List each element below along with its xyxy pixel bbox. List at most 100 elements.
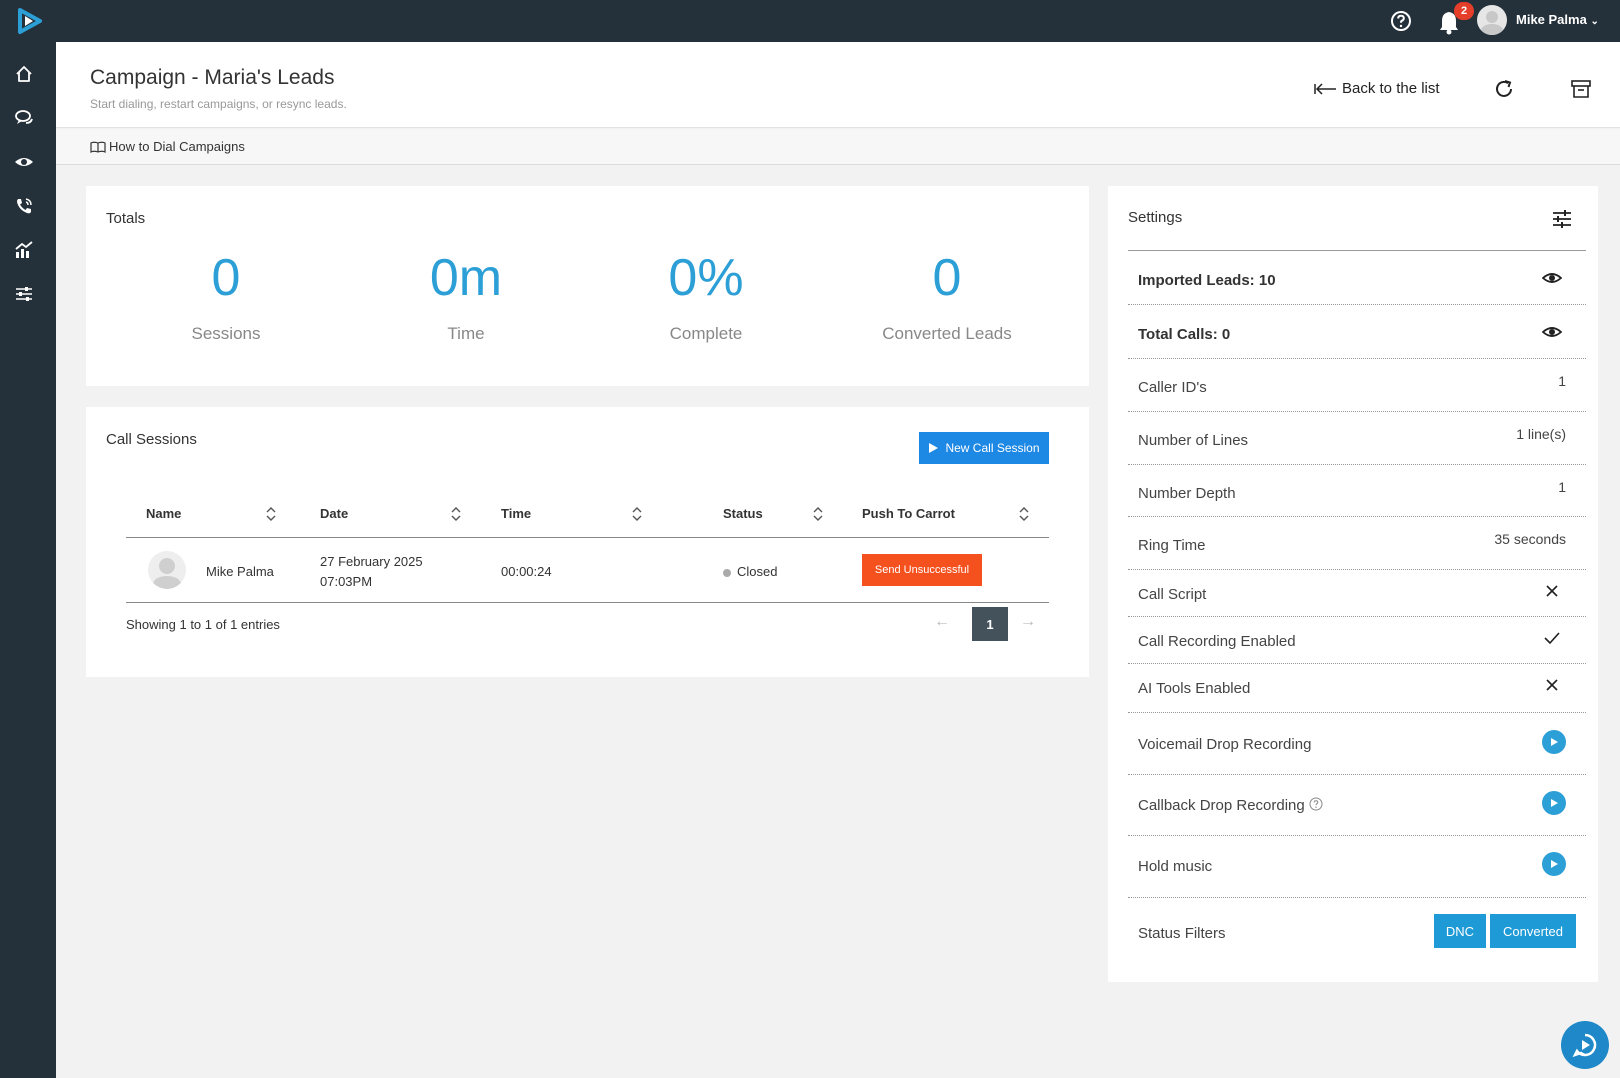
page-title: Campaign - Maria's Leads (90, 66, 335, 89)
play-icon (929, 443, 939, 453)
analytics-icon[interactable] (14, 240, 34, 260)
checkmark-icon (1544, 632, 1560, 645)
new-call-session-button[interactable]: New Call Session (919, 432, 1049, 464)
setting-label-wrap: Callback Drop Recording (1138, 797, 1323, 814)
close-icon (1546, 679, 1558, 691)
setting-label: Callback Drop Recording (1138, 797, 1305, 814)
pagination-next[interactable]: → (1020, 613, 1036, 631)
setting-label: Voicemail Drop Recording (1138, 736, 1312, 753)
play-icon (1551, 738, 1558, 746)
column-push-to-carrot[interactable]: Push To Carrot (862, 506, 955, 521)
user-menu[interactable]: Mike Palma ⌄ (1516, 12, 1599, 27)
sliders-icon[interactable] (14, 284, 34, 304)
pagination-page-1[interactable]: 1 (972, 607, 1008, 641)
setting-ai-tools: AI Tools Enabled (1128, 664, 1586, 713)
setting-number-depth: Number Depth 1 (1128, 465, 1586, 517)
totals-card: Totals 0 Sessions 0m Time 0% Complete 0 … (86, 186, 1089, 386)
entries-info: Showing 1 to 1 of 1 entries (126, 617, 280, 632)
phone-icon[interactable] (14, 196, 34, 216)
eye-icon[interactable] (1542, 268, 1562, 288)
archive-icon[interactable] (1570, 78, 1592, 100)
sort-icon[interactable] (451, 506, 461, 522)
stat-label: Converted Leads (882, 324, 1012, 343)
column-status[interactable]: Status (723, 506, 763, 521)
avatar-placeholder-icon (1480, 11, 1504, 35)
setting-label: AI Tools Enabled (1138, 680, 1251, 697)
chat-icon[interactable] (14, 108, 34, 128)
table-row[interactable]: Mike Palma 27 February 2025 07:03PM 00:0… (126, 539, 1049, 603)
setting-value: 1 line(s) (1516, 426, 1566, 442)
how-to-dial-link[interactable]: How to Dial Campaigns (90, 139, 245, 154)
back-to-list-link[interactable]: Back to the list (1314, 80, 1440, 97)
totals-title: Totals (106, 210, 146, 227)
settings-sliders-icon[interactable] (1551, 208, 1573, 230)
setting-label: Caller ID's (1138, 379, 1207, 396)
sidebar (0, 42, 56, 1078)
filter-dnc-button[interactable]: DNC (1434, 914, 1486, 948)
row-duration: 00:00:24 (501, 564, 552, 579)
sort-icon[interactable] (632, 506, 642, 522)
sort-icon[interactable] (1019, 506, 1029, 522)
table-header: Name Date Time Status Push To Carrot (126, 490, 1049, 538)
app-logo-icon[interactable] (14, 6, 44, 36)
chevron-down-icon: ⌄ (1590, 16, 1599, 27)
settings-title: Settings (1128, 209, 1183, 226)
row-date: 27 February 2025 (320, 554, 423, 569)
send-unsuccessful-button[interactable]: Send Unsuccessful (862, 554, 982, 586)
setting-hold-music: Hold music (1128, 836, 1586, 898)
setting-number-of-lines: Number of Lines 1 line(s) (1128, 412, 1586, 465)
eye-icon[interactable] (1542, 322, 1562, 342)
play-voicemail-button[interactable] (1542, 730, 1566, 754)
user-avatar[interactable] (1477, 5, 1507, 35)
stat-value: 0 (932, 249, 962, 307)
play-callback-button[interactable] (1542, 791, 1566, 815)
call-sessions-card: Call Sessions New Call Session Name Date… (86, 407, 1089, 677)
sort-icon[interactable] (813, 506, 823, 522)
setting-label: Imported Leads: 10 (1138, 272, 1276, 289)
column-time[interactable]: Time (501, 506, 531, 521)
column-name[interactable]: Name (146, 506, 181, 521)
settings-card: Settings Imported Leads: 10 Total Calls:… (1108, 186, 1598, 982)
setting-voicemail-drop: Voicemail Drop Recording (1128, 713, 1586, 775)
chat-widget-button[interactable] (1561, 1021, 1609, 1069)
top-bar: 2 Mike Palma ⌄ (0, 0, 1620, 42)
status-dot-icon (723, 568, 731, 577)
avatar (148, 551, 186, 589)
setting-ring-time: Ring Time 35 seconds (1128, 517, 1586, 570)
refresh-icon[interactable] (1493, 78, 1515, 100)
stat-label: Complete (669, 324, 743, 343)
stat-label: Time (447, 324, 485, 343)
page-header: Campaign - Maria's Leads Start dialing, … (56, 42, 1620, 128)
setting-label: Call Recording Enabled (1138, 633, 1296, 650)
stat-converted-leads: 0 Converted Leads (827, 248, 1067, 344)
help-icon[interactable] (1309, 797, 1323, 811)
help-icon[interactable] (1390, 10, 1412, 32)
setting-callback-drop: Callback Drop Recording (1128, 775, 1586, 836)
eye-icon[interactable] (14, 152, 34, 172)
setting-call-script: Call Script (1128, 570, 1586, 617)
setting-label: Number Depth (1138, 485, 1236, 502)
stat-time: 0m Time (346, 248, 586, 344)
home-icon[interactable] (14, 64, 34, 84)
play-icon (1551, 860, 1558, 868)
setting-label: Hold music (1138, 858, 1213, 875)
call-sessions-title: Call Sessions (106, 431, 197, 448)
setting-value: 35 seconds (1494, 531, 1566, 547)
user-name-label: Mike Palma (1516, 12, 1587, 27)
stat-value: 0% (668, 249, 744, 307)
close-icon (1546, 585, 1558, 597)
column-date[interactable]: Date (320, 506, 348, 521)
setting-call-recording: Call Recording Enabled (1128, 617, 1586, 664)
stat-value: 0 (211, 249, 241, 307)
arrow-left-icon (1314, 82, 1336, 95)
pagination-prev[interactable]: ← (934, 613, 950, 631)
sort-icon[interactable] (266, 506, 276, 522)
chat-bubble-icon (1572, 1033, 1597, 1058)
setting-total-calls: Total Calls: 0 (1128, 305, 1586, 359)
play-icon (1551, 799, 1558, 807)
status-badge: Closed (723, 564, 777, 579)
setting-value: 1 (1558, 479, 1566, 495)
row-date-time: 07:03PM (320, 574, 373, 589)
filter-converted-button[interactable]: Converted (1490, 914, 1576, 948)
play-hold-music-button[interactable] (1542, 852, 1566, 876)
